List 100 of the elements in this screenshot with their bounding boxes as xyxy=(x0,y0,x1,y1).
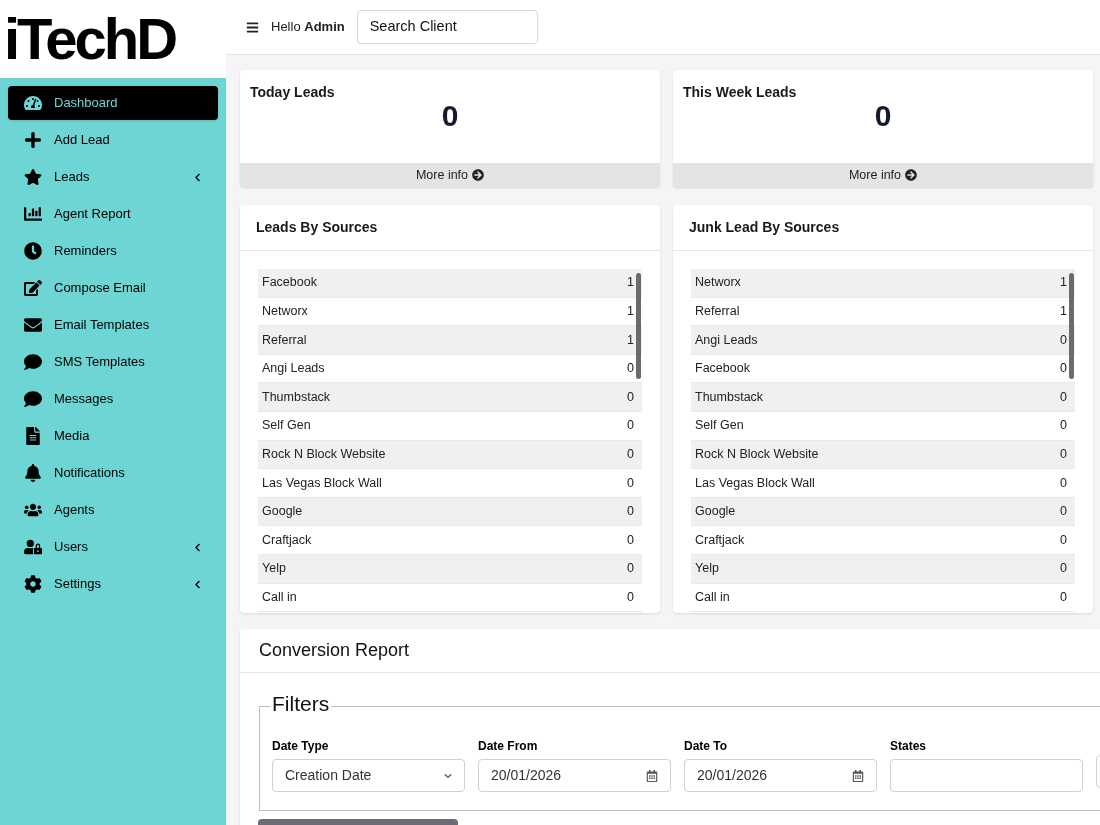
source-name: Networx xyxy=(262,303,308,320)
greeting-text: Hello Admin xyxy=(271,18,345,37)
menu-icon[interactable] xyxy=(246,20,259,34)
clock-icon xyxy=(24,242,42,260)
speech-bubble-icon xyxy=(24,353,42,371)
source-count: 0 xyxy=(1060,417,1068,435)
source-name: Angi Leads xyxy=(695,331,758,349)
people-icon xyxy=(24,501,42,519)
source-name: Yelp xyxy=(695,560,719,578)
arrow-right-icon xyxy=(905,169,918,181)
sidebar-item[interactable]: Email Templates xyxy=(8,308,218,342)
sidebar-item[interactable]: Compose Email xyxy=(8,271,218,305)
logo: iTechD xyxy=(3,10,176,68)
document-icon xyxy=(24,427,42,445)
arrow-right-icon xyxy=(472,169,485,181)
source-count: 1 xyxy=(627,303,635,320)
stat-value: 0 xyxy=(873,101,893,131)
source-name: Facebook xyxy=(695,360,750,378)
calendar-icon xyxy=(852,769,864,782)
stat-value: 0 xyxy=(440,101,460,131)
source-count: 0 xyxy=(1060,588,1068,606)
source-name: Google xyxy=(695,503,736,521)
chevron-icon xyxy=(193,542,202,552)
sidebar-item[interactable]: Agents xyxy=(8,493,218,527)
date-field[interactable]: 20/01/2026 xyxy=(684,759,877,792)
source-name: Thumbstack xyxy=(262,388,331,406)
sidebar-item[interactable]: Settings xyxy=(8,567,218,601)
source-count: 0 xyxy=(1060,360,1068,378)
more-info-link[interactable]: More info xyxy=(673,163,1093,187)
field-label: States xyxy=(890,738,928,755)
sidebar-item[interactable]: Dashboard xyxy=(8,86,218,120)
speech-bubble-icon xyxy=(24,390,42,408)
source-count: 1 xyxy=(1060,274,1068,292)
sidebar-item[interactable]: Users xyxy=(8,530,218,564)
source-name: Self Gen xyxy=(695,417,744,435)
source-count: 0 xyxy=(627,446,635,463)
source-name: Yelp xyxy=(262,560,286,578)
chevron-down-icon xyxy=(444,771,452,780)
source-name: Thumbstack xyxy=(695,388,764,406)
source-count: 0 xyxy=(1060,388,1068,406)
card-title: This Week Leads xyxy=(682,83,798,102)
plus-icon xyxy=(24,131,42,149)
source-count: 0 xyxy=(627,560,635,578)
source-name: Referral xyxy=(695,303,740,320)
field-label: Date Type xyxy=(272,738,330,755)
sidebar-item[interactable]: Reminders xyxy=(8,234,218,268)
action-button[interactable] xyxy=(258,819,458,825)
user-lock-icon xyxy=(24,538,42,556)
source-count: 0 xyxy=(627,417,635,435)
filters-legend: Filters xyxy=(270,693,332,714)
sidebar-item[interactable]: Media xyxy=(8,419,218,453)
source-name: Self Gen xyxy=(262,417,311,435)
card-title: Leads By Sources xyxy=(240,205,660,251)
source-name: Call in xyxy=(262,588,297,606)
envelope-icon xyxy=(24,316,42,334)
star-icon xyxy=(24,168,42,186)
card-title: Today Leads xyxy=(249,83,336,102)
sidebar-item[interactable]: SMS Templates xyxy=(8,345,218,379)
card-title: Conversion Report xyxy=(240,629,1100,673)
field-label: Date From xyxy=(478,738,539,755)
scrollbar-thumb[interactable] xyxy=(1069,273,1074,379)
settings-icon xyxy=(24,575,42,593)
source-name: Craftjack xyxy=(262,531,312,549)
edit-icon xyxy=(24,279,42,297)
sidebar-item[interactable]: Add Lead xyxy=(8,123,218,157)
source-count: 0 xyxy=(1060,446,1068,463)
field-label: Date To xyxy=(684,738,729,755)
source-count: 0 xyxy=(1060,331,1068,349)
source-name: Google xyxy=(262,503,303,521)
source-name: Craftjack xyxy=(695,531,745,549)
gauge-icon xyxy=(24,94,42,112)
chevron-icon xyxy=(193,579,202,589)
input-field[interactable] xyxy=(890,759,1083,792)
source-count: 1 xyxy=(627,274,635,292)
sidebar-item[interactable]: Notifications xyxy=(8,456,218,490)
search-field[interactable]: Search Client xyxy=(356,10,538,44)
source-count: 0 xyxy=(627,360,635,378)
more-info-link[interactable]: More info xyxy=(240,163,660,187)
sidebar-item[interactable]: Messages xyxy=(8,382,218,416)
source-count: 0 xyxy=(627,388,635,406)
source-name: Referral xyxy=(262,331,307,349)
chevron-icon xyxy=(193,172,202,182)
source-count: 0 xyxy=(627,531,635,549)
date-field[interactable]: 20/01/2026 xyxy=(478,759,671,792)
source-name: Angi Leads xyxy=(262,360,325,378)
date-type-select[interactable]: Creation Date xyxy=(272,759,465,792)
bar-chart-icon xyxy=(24,205,42,223)
source-name: Las Vegas Block Wall xyxy=(695,474,815,492)
source-count: 0 xyxy=(1060,531,1068,549)
sidebar-item[interactable]: Leads xyxy=(8,160,218,194)
source-count: 0 xyxy=(1060,503,1068,521)
source-name: Las Vegas Block Wall xyxy=(262,474,382,492)
source-count: 0 xyxy=(627,503,635,521)
source-name: Rock N Block Website xyxy=(695,446,819,463)
source-count: 1 xyxy=(627,331,635,349)
source-name: Facebook xyxy=(262,274,317,292)
calendar-icon xyxy=(646,769,658,782)
scrollbar-thumb[interactable] xyxy=(636,273,641,379)
sidebar-item[interactable]: Agent Report xyxy=(8,197,218,231)
bell-icon xyxy=(24,464,42,482)
